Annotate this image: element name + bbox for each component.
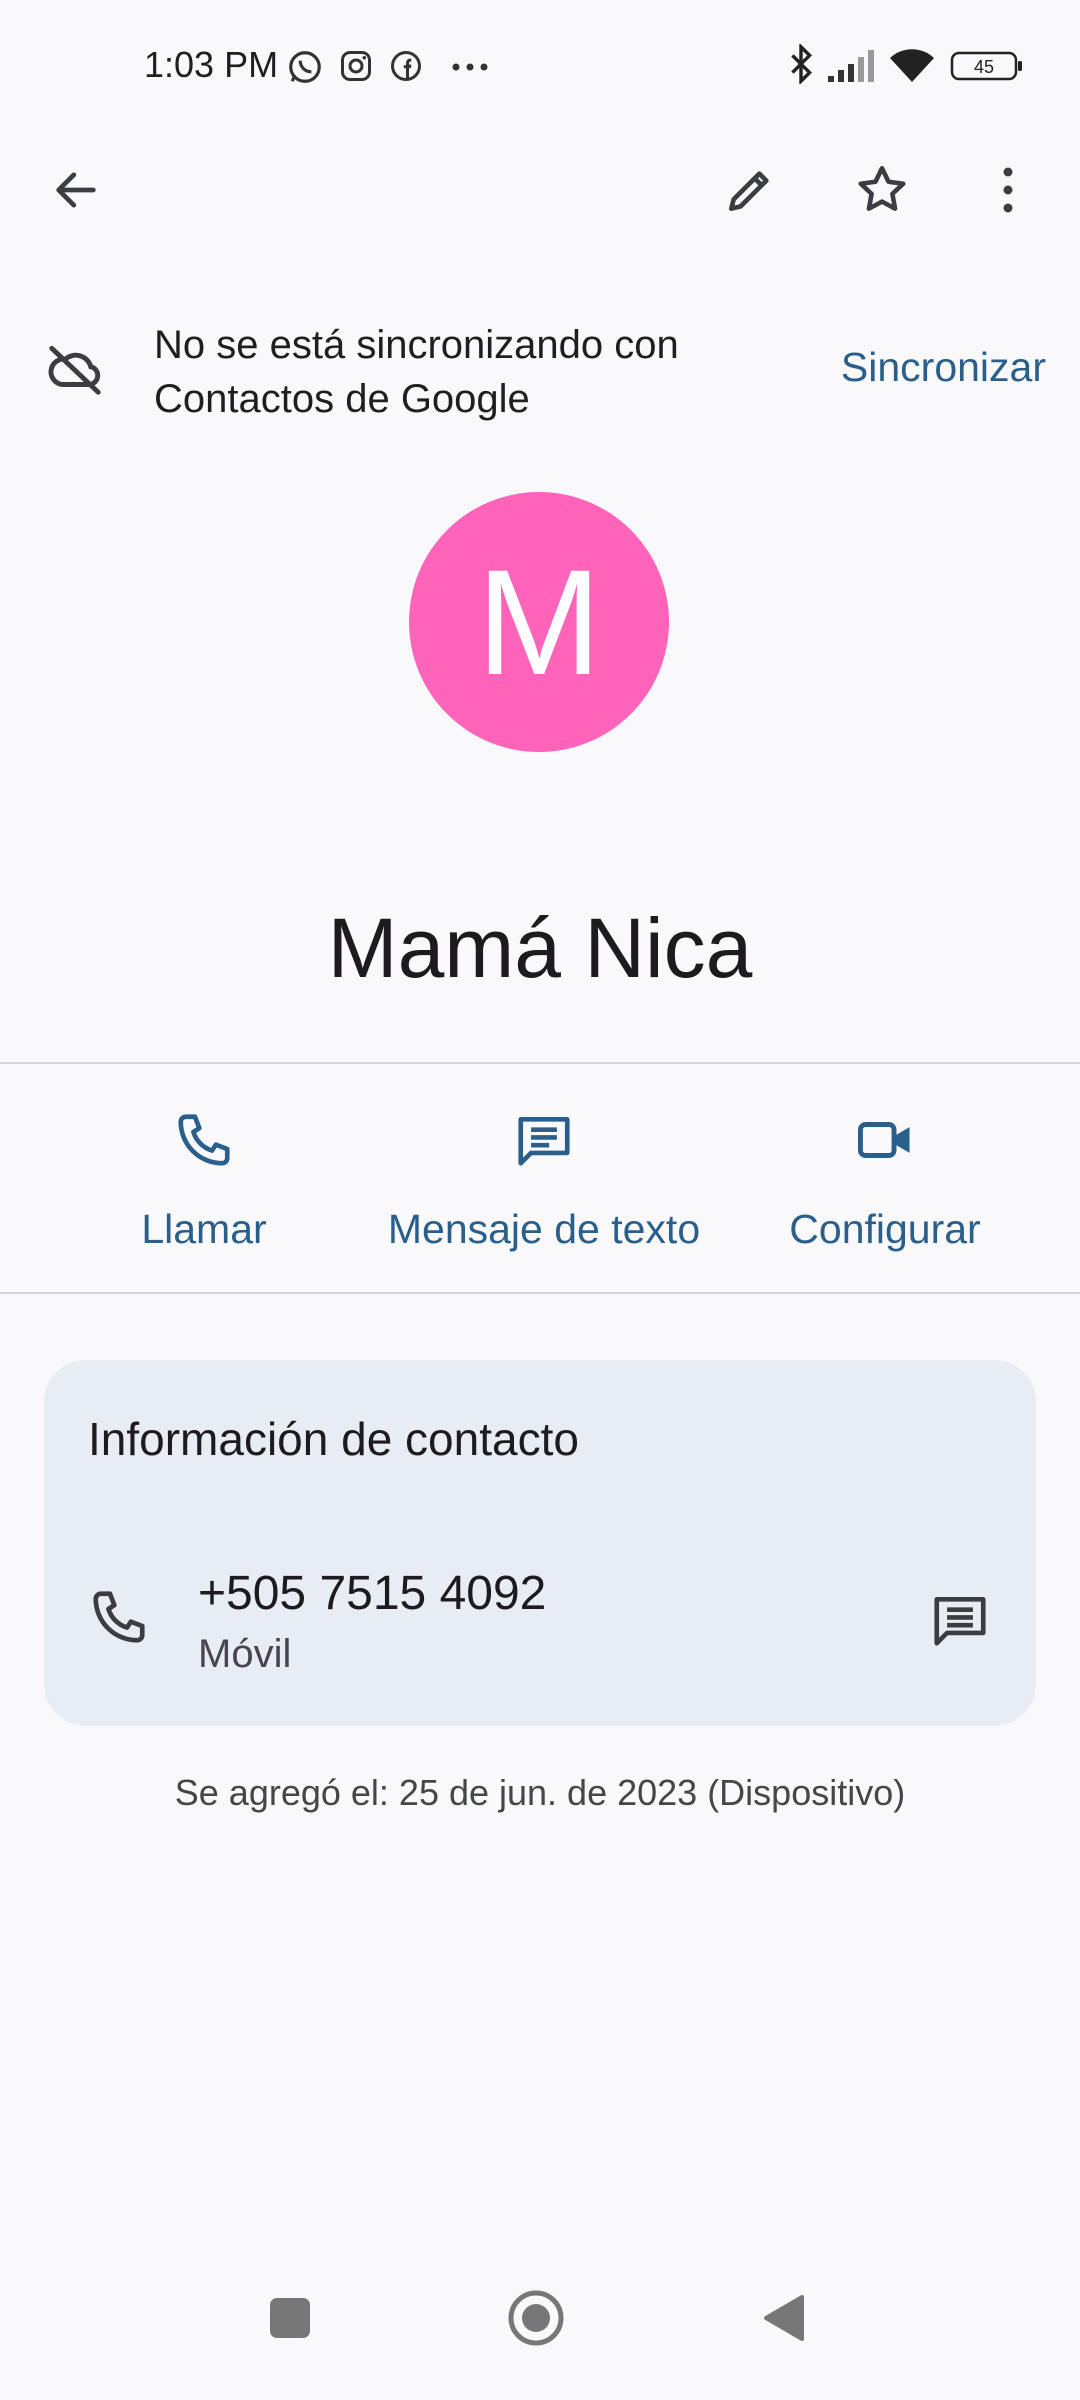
video-action-label: Configurar [789,1206,981,1252]
sync-message-line2: Contactos de Google [154,377,530,421]
wifi-icon [888,46,936,89]
instagram-icon [338,48,374,89]
message-icon [512,1108,576,1172]
message-action-button[interactable]: Mensaje de texto [370,1064,718,1253]
sync-message: No se está sincronizando con Contactos d… [154,318,679,426]
system-nav-bar [0,2260,1080,2400]
message-icon [929,1589,991,1656]
contact-info-card: Información de contacto +505 7515 4092 M… [44,1360,1036,1726]
avatar: M [409,492,669,752]
video-action-button[interactable]: Configurar [770,1064,1000,1253]
sync-message-line1: No se está sincronizando con [154,323,679,367]
edit-icon [722,162,778,223]
phone-icon [88,1586,150,1653]
home-button[interactable] [486,2270,586,2370]
phone-icon [172,1108,236,1172]
more-options-button[interactable] [968,152,1048,232]
sync-button[interactable]: Sincronizar [841,344,1046,391]
send-message-button[interactable] [920,1582,1000,1662]
phone-number[interactable]: +505 7515 4092 [198,1566,546,1621]
star-outline-icon [853,161,911,224]
arrow-back-icon [50,164,102,221]
back-nav-button[interactable] [734,2270,834,2370]
added-date-note: Se agregó el: 25 de jun. de 2023 (Dispos… [174,1772,906,1813]
call-action-label: Llamar [141,1206,267,1252]
edit-button[interactable] [710,152,790,232]
quick-actions: Llamar Mensaje de texto Configurar [0,1064,1080,1292]
favorite-button[interactable] [842,152,922,232]
facebook-icon [388,48,424,89]
signal-icon [826,48,878,89]
avatar-letter: M [476,538,602,706]
phone-type: Móvil [198,1632,292,1676]
cloud-off-icon [44,338,106,405]
call-action-button[interactable]: Llamar [104,1064,304,1253]
status-bar: 1:03 PM 45 [0,0,1080,134]
message-action-label: Mensaje de texto [387,1206,701,1252]
back-button[interactable] [36,152,116,232]
home-circle-icon [506,2288,566,2353]
contact-info-title: Información de contacto [88,1413,579,1465]
battery-icon: 45 [950,50,1024,87]
triangle-back-icon [762,2293,806,2348]
top-app-bar [0,134,1080,254]
more-dots-icon [450,52,490,87]
sync-banner: No se está sincronizando con Contactos d… [0,306,1080,434]
recents-button[interactable] [240,2270,340,2370]
battery-level: 45 [974,57,994,77]
status-time: 1:03 PM [144,44,279,85]
divider-bottom [0,1292,1080,1294]
contact-name: Mamá Nica [327,901,753,995]
more-vert-icon [998,164,1018,221]
video-call-icon [853,1108,917,1172]
square-icon [268,2296,312,2345]
whatsapp-icon [286,48,324,91]
bluetooth-icon [786,42,816,89]
